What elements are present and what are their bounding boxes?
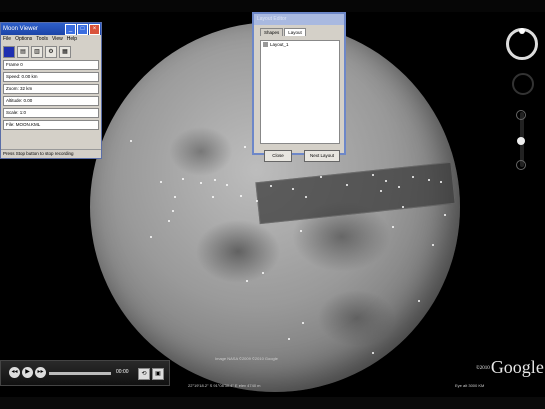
menu-options[interactable]: Options (15, 35, 32, 44)
toolbar: ▤ ▥ ⚙ ▦ (1, 44, 101, 58)
placemark-dot[interactable] (240, 195, 242, 197)
close-button[interactable]: Close (264, 150, 292, 162)
list-item-label: Layout_1 (270, 42, 289, 47)
placemark-dot[interactable] (302, 322, 304, 324)
placemark-dot[interactable] (402, 206, 404, 208)
tool-window-titlebar[interactable]: Moon Viewer _ □ × (1, 23, 101, 35)
placemark-dot[interactable] (428, 179, 430, 181)
north-marker-icon[interactable] (519, 28, 525, 34)
menu-tools[interactable]: Tools (36, 35, 48, 44)
placemark-dot[interactable] (392, 226, 394, 228)
placemark-dot[interactable] (288, 338, 290, 340)
list-item[interactable]: Layout_1 (261, 41, 339, 48)
top-bar (0, 0, 545, 12)
placemark-dot[interactable] (150, 236, 152, 238)
pointer-coordinates: 22°19'18.2" S 91°08'30.4" E elev 4740 m (188, 383, 261, 388)
info-row: File: MOON.KML (3, 120, 99, 130)
placemark-dot[interactable] (385, 180, 387, 182)
dialog-title[interactable]: Layout Editor (254, 14, 344, 25)
placemark-dot[interactable] (432, 244, 434, 246)
placemark-dot[interactable] (320, 176, 322, 178)
placemark-dot[interactable] (256, 200, 258, 202)
placemark-dot[interactable] (440, 181, 442, 183)
eye-altitude: Eye alt 3000 KM (455, 383, 485, 388)
close-icon[interactable]: × (89, 24, 100, 35)
menu-bar: File Options Tools View Help (1, 35, 101, 44)
minimize-icon[interactable]: _ (65, 24, 76, 35)
placemark-dot[interactable] (292, 188, 294, 190)
placemark-dot[interactable] (246, 280, 248, 282)
imagery-attribution: Image NASA ©2009 ©2010 Google (215, 356, 278, 361)
play-icon[interactable]: ▶ (22, 367, 33, 378)
tab-shapes[interactable]: Shapes (260, 28, 284, 36)
google-logo: ©2010Google (476, 357, 544, 377)
dialog-tabs: Shapes Layout (260, 28, 344, 36)
info-row: Speed: 0.00 km (3, 72, 99, 82)
tour-progress-slider[interactable] (49, 372, 111, 375)
placemark-dot[interactable] (346, 184, 348, 186)
tour-player: ◂◂ ▶ ▸▸ 00:00 ⟲ ▣ (0, 360, 170, 386)
placemark-dot[interactable] (418, 300, 420, 302)
placemark-dot[interactable] (172, 210, 174, 212)
info-row: Scale: 1:0 (3, 108, 99, 118)
info-row: Frame 0 (3, 60, 99, 70)
placemark-dot[interactable] (200, 182, 202, 184)
zoom-slider-knob[interactable] (517, 137, 525, 145)
next-layout-button[interactable]: Next Layout (304, 150, 340, 162)
placemark-dot[interactable] (168, 220, 170, 222)
menu-file[interactable]: File (3, 35, 11, 44)
placemark-dot[interactable] (412, 176, 414, 178)
placemark-dot[interactable] (212, 196, 214, 198)
placemark-dot[interactable] (444, 214, 446, 216)
placemark-dot[interactable] (174, 196, 176, 198)
rewind-icon[interactable]: ◂◂ (9, 367, 20, 378)
zoom-in-icon[interactable] (516, 110, 526, 120)
zoom-out-icon[interactable] (516, 160, 526, 170)
menu-help[interactable]: Help (67, 35, 77, 44)
record-icon[interactable] (3, 46, 15, 58)
tool-window: Moon Viewer _ □ × File Options Tools Vie… (0, 22, 102, 159)
export-icon[interactable]: ▦ (59, 46, 71, 58)
loop-icon[interactable]: ⟲ (138, 368, 150, 380)
info-row: Altitude: 0.00 (3, 96, 99, 106)
look-joystick-icon[interactable] (512, 73, 534, 95)
menu-view[interactable]: View (52, 35, 63, 44)
placemark-dot[interactable] (300, 230, 302, 232)
placemark-dot[interactable] (182, 178, 184, 180)
placemark-dot[interactable] (305, 196, 307, 198)
info-row: Zoom: 32 km (3, 84, 99, 94)
layer-icon (263, 42, 268, 47)
settings-icon[interactable]: ⚙ (45, 46, 57, 58)
placemark-dot[interactable] (372, 174, 374, 176)
bottom-bar (0, 397, 545, 409)
tour-time: 00:00 (116, 369, 129, 375)
placemark-dot[interactable] (270, 185, 272, 187)
tool-window-title: Moon Viewer (3, 26, 38, 32)
save-tour-icon[interactable]: ▣ (152, 368, 164, 380)
open-icon[interactable]: ▤ (17, 46, 29, 58)
fast-forward-icon[interactable]: ▸▸ (35, 367, 46, 378)
placemark-dot[interactable] (380, 190, 382, 192)
status-bar: Press Stop button to stop recording (1, 149, 101, 158)
placemark-dot[interactable] (244, 146, 246, 148)
placemark-dot[interactable] (226, 184, 228, 186)
maximize-icon[interactable]: □ (77, 24, 88, 35)
placemark-dot[interactable] (130, 140, 132, 142)
layout-list[interactable]: Layout_1 (260, 40, 340, 144)
placemark-dot[interactable] (160, 181, 162, 183)
tab-layout[interactable]: Layout (284, 28, 306, 36)
placemark-dot[interactable] (262, 272, 264, 274)
navigation-ring-icon[interactable] (506, 28, 538, 60)
placemark-dot[interactable] (398, 186, 400, 188)
placemark-dot[interactable] (372, 352, 374, 354)
placemark-dot[interactable] (214, 179, 216, 181)
layout-dialog: Layout Editor Shapes Layout Layout_1 Clo… (252, 12, 346, 162)
save-icon[interactable]: ▥ (31, 46, 43, 58)
